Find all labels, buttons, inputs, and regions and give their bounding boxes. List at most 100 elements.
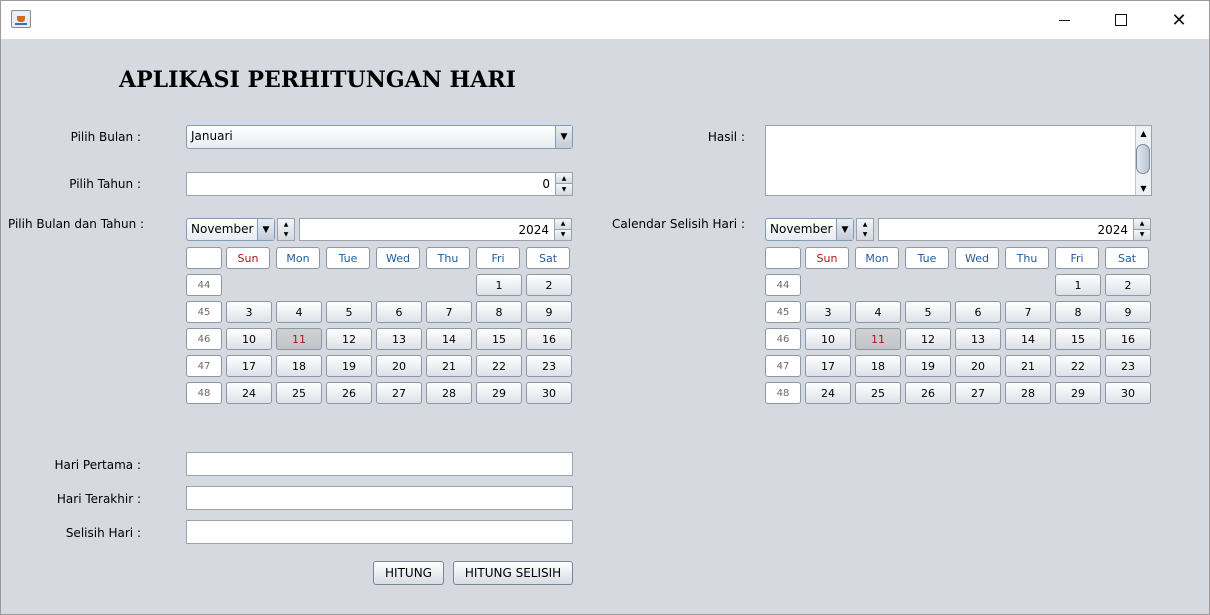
spin-up-icon[interactable]: ▲ (556, 173, 572, 184)
day-cell[interactable]: 19 (326, 355, 372, 377)
minimize-button[interactable] (1035, 1, 1093, 39)
chevron-down-icon[interactable]: ▼ (257, 219, 274, 240)
maximize-button[interactable] (1092, 1, 1150, 39)
day-cell[interactable]: 22 (1055, 355, 1101, 377)
hitung-selisih-button[interactable]: HITUNG SELISIH (453, 561, 573, 585)
day-cell[interactable]: 7 (1005, 301, 1051, 323)
day-cell[interactable]: 14 (426, 328, 472, 350)
weekday-header: Sun (226, 247, 270, 269)
day-cell[interactable]: 12 (905, 328, 951, 350)
day-cell[interactable]: 9 (526, 301, 572, 323)
day-cell[interactable]: 26 (326, 382, 372, 404)
day-cell[interactable]: 29 (476, 382, 522, 404)
year-spinner[interactable]: 2024 ▲ ▼ (299, 218, 572, 241)
spin-down-icon[interactable]: ▼ (555, 229, 571, 240)
pilih-bulan-combo[interactable]: Januari ▼ (186, 125, 573, 149)
day-cell-today[interactable]: 11 (276, 328, 322, 350)
chevron-down-icon[interactable]: ▼ (555, 126, 572, 148)
day-cell[interactable]: 28 (426, 382, 472, 404)
selisih-hari-field[interactable] (186, 520, 573, 544)
day-cell[interactable]: 24 (226, 382, 272, 404)
scroll-thumb[interactable] (1136, 144, 1150, 174)
day-cell[interactable]: 5 (326, 301, 372, 323)
scroll-down-icon[interactable]: ▼ (1136, 181, 1151, 195)
day-cell[interactable]: 8 (476, 301, 522, 323)
year-spinner[interactable]: 2024 ▲ ▼ (878, 218, 1151, 241)
day-cell[interactable]: 15 (476, 328, 522, 350)
day-cell[interactable]: 1 (1055, 274, 1101, 296)
close-button[interactable]: ✕ (1150, 1, 1208, 39)
spin-up-icon[interactable]: ▲ (857, 219, 873, 230)
day-cell[interactable]: 6 (376, 301, 422, 323)
day-cell[interactable]: 3 (226, 301, 272, 323)
hasil-textarea[interactable]: ▲ ▼ (765, 125, 1152, 196)
chevron-down-icon[interactable]: ▼ (836, 219, 853, 240)
hari-terakhir-field[interactable] (186, 486, 573, 510)
spin-down-icon[interactable]: ▼ (1134, 229, 1150, 240)
spin-up-icon[interactable]: ▲ (555, 219, 571, 230)
spin-down-icon[interactable]: ▼ (278, 230, 294, 241)
day-cell[interactable]: 10 (805, 328, 851, 350)
day-cell[interactable]: 24 (805, 382, 851, 404)
hari-pertama-field[interactable] (186, 452, 573, 476)
month-spinner[interactable]: ▲ ▼ (856, 218, 874, 241)
day-cell[interactable]: 14 (1005, 328, 1051, 350)
day-cell[interactable]: 16 (1105, 328, 1151, 350)
day-cell[interactable]: 25 (276, 382, 322, 404)
day-cell[interactable]: 20 (376, 355, 422, 377)
day-cell[interactable]: 29 (1055, 382, 1101, 404)
day-cell[interactable]: 19 (905, 355, 951, 377)
day-cell[interactable]: 28 (1005, 382, 1051, 404)
weekday-header: Tue (905, 247, 949, 269)
spin-down-icon[interactable]: ▼ (556, 184, 572, 195)
day-cell[interactable]: 5 (905, 301, 951, 323)
pilih-bulan-label: Pilih Bulan : (70, 130, 141, 144)
day-cell[interactable]: 17 (805, 355, 851, 377)
day-cell[interactable]: 2 (526, 274, 572, 296)
month-combo[interactable]: November ▼ (186, 218, 275, 241)
day-cell[interactable]: 4 (276, 301, 322, 323)
day-cell[interactable]: 7 (426, 301, 472, 323)
day-cell[interactable]: 6 (955, 301, 1001, 323)
day-cell[interactable]: 22 (476, 355, 522, 377)
day-cell[interactable]: 1 (476, 274, 522, 296)
weekday-header: Fri (1055, 247, 1099, 269)
day-cell[interactable]: 4 (855, 301, 901, 323)
day-cell[interactable]: 3 (805, 301, 851, 323)
day-cell[interactable]: 15 (1055, 328, 1101, 350)
month-combo[interactable]: November ▼ (765, 218, 854, 241)
day-cell[interactable]: 9 (1105, 301, 1151, 323)
day-cell[interactable]: 23 (526, 355, 572, 377)
day-cell[interactable]: 23 (1105, 355, 1151, 377)
scroll-up-icon[interactable]: ▲ (1136, 126, 1151, 140)
spin-up-icon[interactable]: ▲ (1134, 219, 1150, 230)
day-cell[interactable]: 26 (905, 382, 951, 404)
hitung-button[interactable]: HITUNG (373, 561, 444, 585)
day-cell[interactable]: 10 (226, 328, 272, 350)
day-cell[interactable]: 21 (1005, 355, 1051, 377)
day-cell[interactable]: 27 (376, 382, 422, 404)
week-number: 44 (765, 274, 801, 296)
day-cell[interactable]: 18 (276, 355, 322, 377)
day-cell[interactable]: 17 (226, 355, 272, 377)
hasil-scrollbar[interactable]: ▲ ▼ (1135, 126, 1151, 195)
day-cell[interactable]: 2 (1105, 274, 1151, 296)
month-spinner[interactable]: ▲ ▼ (277, 218, 295, 241)
day-cell[interactable]: 18 (855, 355, 901, 377)
day-cell[interactable]: 25 (855, 382, 901, 404)
day-cell[interactable]: 13 (376, 328, 422, 350)
spin-up-icon[interactable]: ▲ (278, 219, 294, 230)
day-cell[interactable]: 30 (526, 382, 572, 404)
day-cell[interactable]: 27 (955, 382, 1001, 404)
day-cell[interactable]: 8 (1055, 301, 1101, 323)
day-cell-today[interactable]: 11 (855, 328, 901, 350)
day-cell[interactable]: 20 (955, 355, 1001, 377)
day-cell[interactable]: 16 (526, 328, 572, 350)
java-cup-icon[interactable] (11, 10, 31, 28)
day-cell[interactable]: 30 (1105, 382, 1151, 404)
day-cell[interactable]: 21 (426, 355, 472, 377)
day-cell[interactable]: 13 (955, 328, 1001, 350)
day-cell[interactable]: 12 (326, 328, 372, 350)
spin-down-icon[interactable]: ▼ (857, 230, 873, 241)
pilih-tahun-spinner[interactable]: 0 ▲ ▼ (186, 172, 573, 196)
